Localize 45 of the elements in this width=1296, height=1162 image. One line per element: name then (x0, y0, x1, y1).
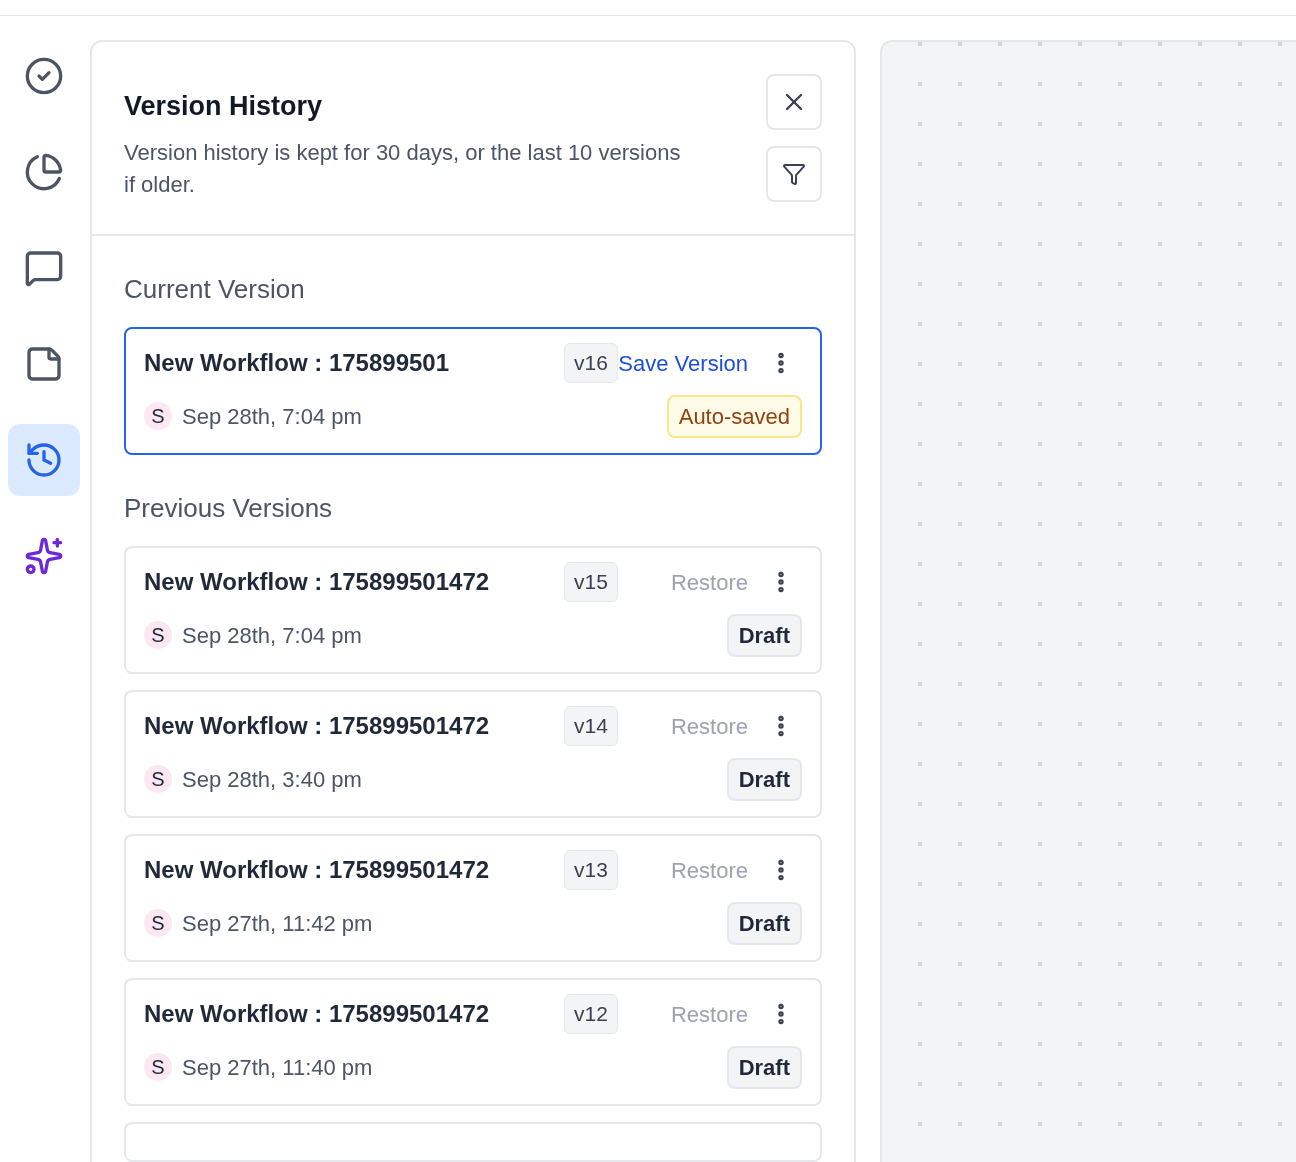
version-name: New Workflow : 175899501472 (144, 1000, 490, 1027)
version-name: New Workflow : 175899501472 (144, 712, 490, 739)
version-card[interactable]: New Workflow : 175899501472 v13 Restore S Sep 27th, 11:42 pm Draft (124, 834, 822, 962)
pie-chart-icon (24, 152, 64, 192)
panel-description: Version history is kept for 30 days, or the last 10 versions if older. (124, 138, 682, 199)
sticky-note-icon (24, 344, 64, 384)
version-card[interactable]: New Workflow : 175899501472 v12 Restore S Sep 27th, 11:40 pm Draft (124, 978, 822, 1106)
version-name: New Workflow : 175899501 (144, 349, 450, 376)
filter-icon (782, 162, 806, 186)
chat-bubble-icon (24, 248, 64, 288)
version-name: New Workflow : 175899501472 (144, 856, 490, 883)
version-tag: v15 (564, 562, 618, 602)
user-avatar: S (144, 621, 172, 649)
filter-button[interactable] (766, 146, 822, 202)
check-circle-icon (24, 56, 64, 96)
status-badge: Draft (726, 613, 802, 657)
version-date: Sep 28th, 3:40 pm (182, 765, 362, 794)
status-badge: Draft (726, 1045, 802, 1089)
section-heading: Previous Versions (124, 492, 334, 525)
save-version-link[interactable]: Save Version (618, 346, 748, 380)
status-badge: Draft (726, 901, 802, 945)
version-name: New Workflow : 175899501472 (144, 568, 490, 595)
version-tag: v13 (564, 850, 618, 890)
sparkles-icon (24, 536, 64, 576)
clock-icon (24, 440, 64, 480)
user-avatar: S (144, 765, 172, 793)
version-date: Sep 27th, 11:40 pm (182, 1053, 373, 1082)
version-card[interactable]: New Workflow : 175899501472 v15 Restore S Sep 28th, 7:04 pm Draft (124, 546, 822, 674)
version-date: Sep 28th, 7:04 pm (182, 621, 362, 650)
version-date: Sep 27th, 11:42 pm (182, 909, 373, 938)
user-avatar: S (144, 909, 172, 937)
panel-title: Version History (124, 90, 324, 123)
section-heading: Current Version (124, 273, 306, 306)
version-tag: v14 (564, 706, 618, 746)
version-tag: v12 (564, 994, 618, 1034)
status-badge: Draft (726, 757, 802, 801)
user-avatar: S (144, 1053, 172, 1081)
sidebar-tab[interactable] (8, 424, 80, 496)
close-button[interactable] (766, 74, 822, 130)
version-date: Sep 28th, 7:04 pm (182, 402, 362, 431)
version-tag: v16 (564, 343, 618, 383)
status-badge: Auto-saved (666, 394, 802, 438)
version-card[interactable]: New Workflow : 175899501472 v14 Restore S Sep 28th, 3:40 pm Draft (124, 690, 822, 818)
user-avatar: S (144, 402, 172, 430)
version-card[interactable]: New Workflow : 175899501 v16 Save Version S Sep 28th, 7:04 pm Auto-saved (124, 327, 822, 455)
